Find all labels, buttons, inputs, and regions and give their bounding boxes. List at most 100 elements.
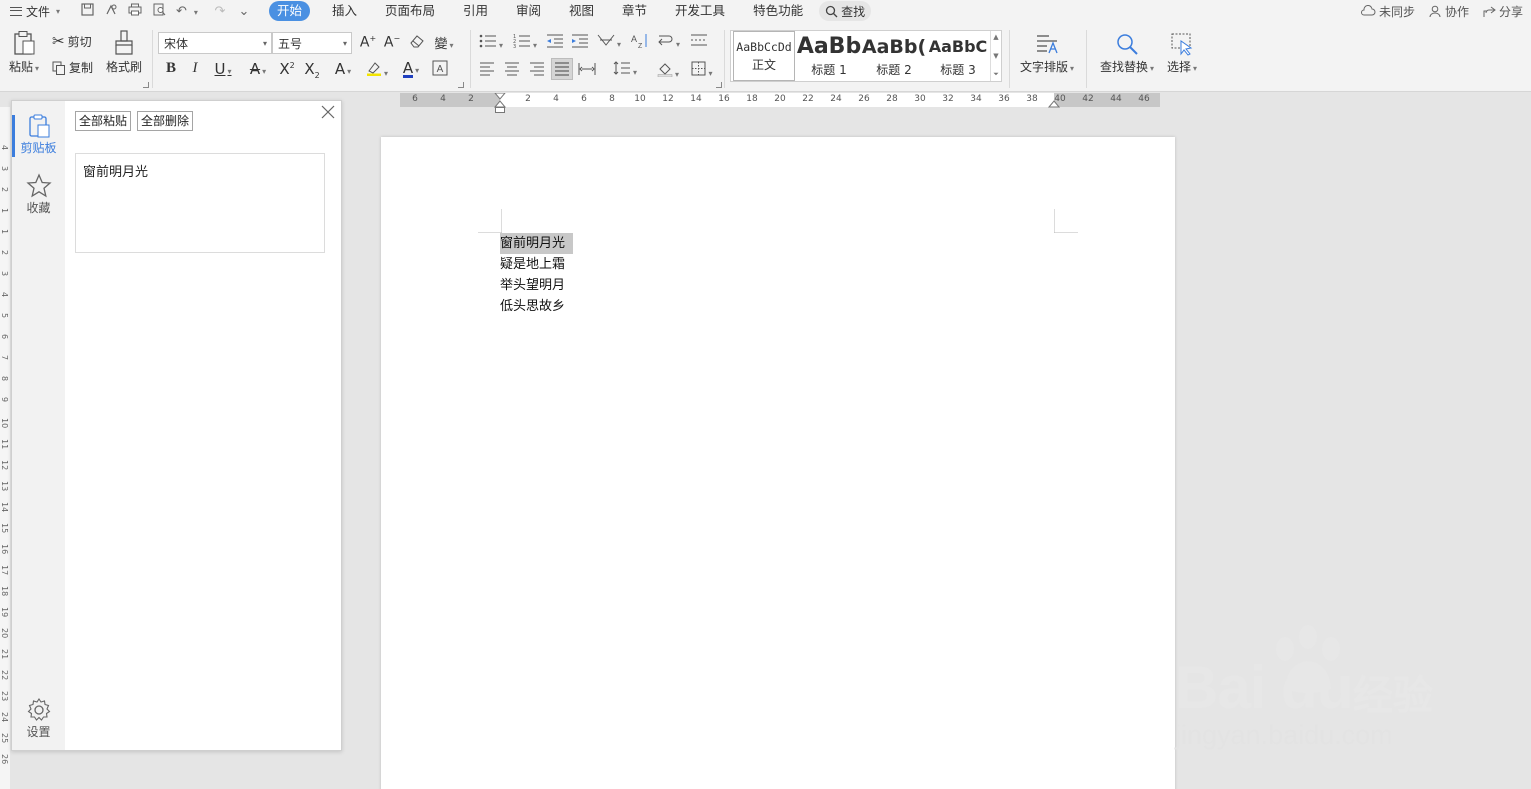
ruler-tick-label: 2	[468, 94, 474, 104]
tab-view[interactable]: 视图	[555, 1, 608, 21]
ruler-tick-label: 16	[718, 94, 730, 104]
ruler-tick-label: 30	[914, 94, 926, 104]
clear-format-icon[interactable]	[408, 34, 426, 52]
document-line-selected[interactable]: 窗前明月光	[500, 233, 574, 254]
character-border-icon[interactable]: A	[431, 60, 449, 80]
ruler-tick-label: 7	[0, 355, 9, 361]
tab-home[interactable]: 开始	[268, 1, 310, 21]
rail-clipboard[interactable]: 剪贴板	[12, 113, 65, 157]
underline-icon[interactable]: U ▾	[210, 60, 236, 78]
ruler-tick-label: 19	[0, 607, 9, 618]
cut-label: 剪切	[67, 34, 92, 49]
document-line[interactable]: 疑是地上霜	[500, 254, 565, 275]
right-indent-marker-icon[interactable]	[1048, 99, 1060, 108]
scroll-up-icon[interactable]: ▲	[993, 33, 998, 41]
format-painter-button[interactable]: 格式刷	[104, 30, 144, 75]
print-preview-icon[interactable]	[152, 3, 166, 20]
borders-icon[interactable]: ▾	[689, 61, 715, 80]
find-replace-button[interactable]: 查找替换 ▾	[1096, 32, 1158, 75]
chevron-down-icon: ▾	[262, 38, 267, 48]
file-menu[interactable]: 文件 ▾	[10, 3, 60, 20]
tab-page-layout[interactable]: 页面布局	[371, 1, 449, 21]
style-normal[interactable]: AaBbCcDd 正文	[733, 31, 795, 81]
tab-references[interactable]: 引用	[449, 1, 502, 21]
search-command[interactable]: 查找	[819, 1, 872, 21]
grow-font-icon[interactable]: A+	[359, 34, 377, 51]
redo-icon[interactable]: ↷	[213, 4, 227, 19]
indent-marker-icon[interactable]	[494, 93, 506, 114]
align-left-icon[interactable]	[478, 62, 496, 80]
ruler-tick-label: 24	[830, 94, 842, 104]
text-effect-icon[interactable]: A ▾	[330, 60, 356, 78]
subscript-icon[interactable]: X2	[303, 60, 321, 80]
document-page[interactable]: 窗前明月光 疑是地上霜 举头望明月 低头思故乡	[381, 137, 1175, 789]
numbering-icon[interactable]: 1 2 3 ▾	[512, 34, 538, 52]
print-icon[interactable]	[128, 3, 142, 20]
save-icon[interactable]	[80, 2, 94, 20]
vertical-ruler[interactable]: 4 3 2 1 1 2 3 4 5 6 7 8 9 10 11 12 13 14 15 16 17 18 19 20 21 22 2…	[0, 107, 10, 789]
strikethrough-icon[interactable]: A ▾	[245, 60, 271, 78]
more-styles-icon[interactable]: ⏷	[993, 70, 999, 79]
tab-insert[interactable]: 插入	[318, 1, 371, 21]
shrink-font-icon[interactable]: A−	[383, 34, 401, 51]
increase-indent-icon[interactable]	[571, 34, 589, 52]
cut-button[interactable]: ✂ 剪切	[52, 32, 92, 50]
align-right-icon[interactable]	[528, 62, 546, 80]
customize-toolbar-icon[interactable]: ⌄	[237, 4, 251, 19]
rail-favorites[interactable]: 收藏	[12, 173, 65, 216]
phonetic-guide-icon[interactable]: 變 ▾	[432, 33, 456, 52]
highlight-color-icon[interactable]: ▾	[364, 60, 390, 80]
export-pdf-icon[interactable]	[104, 3, 118, 20]
paste-all-button[interactable]: 全部粘贴	[75, 111, 132, 131]
sort-icon[interactable]: AZ	[630, 33, 648, 53]
clipboard-group-launcher[interactable]	[143, 82, 149, 88]
font-color-icon[interactable]: A ▾	[398, 59, 424, 78]
line-spacing-icon[interactable]: ▾	[612, 61, 638, 79]
paragraph-group-launcher[interactable]	[716, 82, 722, 88]
svg-text:Z: Z	[638, 43, 643, 49]
collaborate-label: 协作	[1444, 4, 1469, 19]
ruler-tick-label: 16	[0, 544, 9, 555]
align-center-icon[interactable]	[503, 62, 521, 80]
tab-developer[interactable]: 开发工具	[661, 1, 739, 21]
clipboard-item[interactable]: 窗前明月光	[75, 153, 325, 253]
bold-icon[interactable]: B	[162, 60, 180, 77]
decrease-indent-icon[interactable]	[546, 34, 564, 52]
italic-icon[interactable]: I	[186, 60, 204, 77]
document-line[interactable]: 低头思故乡	[500, 296, 565, 317]
ruler-tick-label: 1	[0, 229, 9, 235]
table-of-tabs-icon[interactable]	[690, 33, 708, 51]
chinese-layout-icon[interactable]: ▾	[596, 33, 622, 51]
style-heading-3[interactable]: AaBbC 标题 3	[927, 31, 989, 81]
select-button[interactable]: 选择 ▾	[1162, 32, 1202, 75]
bullets-icon[interactable]: ▾	[478, 34, 504, 52]
style-heading-1[interactable]: AaBb 标题 1	[797, 31, 861, 81]
tab-review[interactable]: 审阅	[502, 1, 555, 21]
collaborate-button[interactable]: 协作	[1429, 3, 1469, 20]
styles-gallery-scroll[interactable]: ▲ ▼ ⏷	[990, 31, 1001, 81]
font-group-launcher[interactable]	[458, 82, 464, 88]
close-icon[interactable]	[321, 105, 335, 119]
show-paragraph-marks-icon[interactable]: ▾	[655, 33, 681, 51]
scroll-down-icon[interactable]: ▼	[993, 52, 998, 60]
font-size-select[interactable]: 五号 ▾	[272, 32, 352, 54]
document-line[interactable]: 举头望明月	[500, 275, 565, 296]
undo-icon[interactable]: ↶ ▾	[176, 4, 203, 19]
distributed-align-icon[interactable]	[578, 62, 596, 80]
paste-button[interactable]: 粘贴 ▾	[6, 30, 42, 75]
shading-icon[interactable]: ▾	[655, 61, 681, 81]
font-name-select[interactable]: 宋体 ▾	[158, 32, 272, 54]
style-heading-2[interactable]: AaBb( 标题 2	[862, 31, 926, 81]
tab-chapter[interactable]: 章节	[608, 1, 661, 21]
font-name-value: 宋体	[164, 36, 189, 51]
justify-icon[interactable]	[551, 58, 573, 80]
sync-status[interactable]: 未同步	[1360, 3, 1415, 20]
tab-special-features[interactable]: 特色功能	[739, 1, 817, 21]
rail-settings[interactable]: 设置	[12, 697, 65, 740]
text-layout-button[interactable]: 文字排版 ▾	[1016, 32, 1078, 75]
superscript-icon[interactable]: X2	[278, 60, 296, 78]
horizontal-ruler[interactable]: 6 4 2 2 4 6 8 10 12 14 16 18 20 22 24 26 28 30 32 34 36 38 40 4…	[400, 93, 1160, 113]
share-button[interactable]: 分享	[1483, 3, 1523, 20]
delete-all-button[interactable]: 全部删除	[137, 111, 194, 131]
copy-button[interactable]: 复制	[52, 59, 93, 76]
